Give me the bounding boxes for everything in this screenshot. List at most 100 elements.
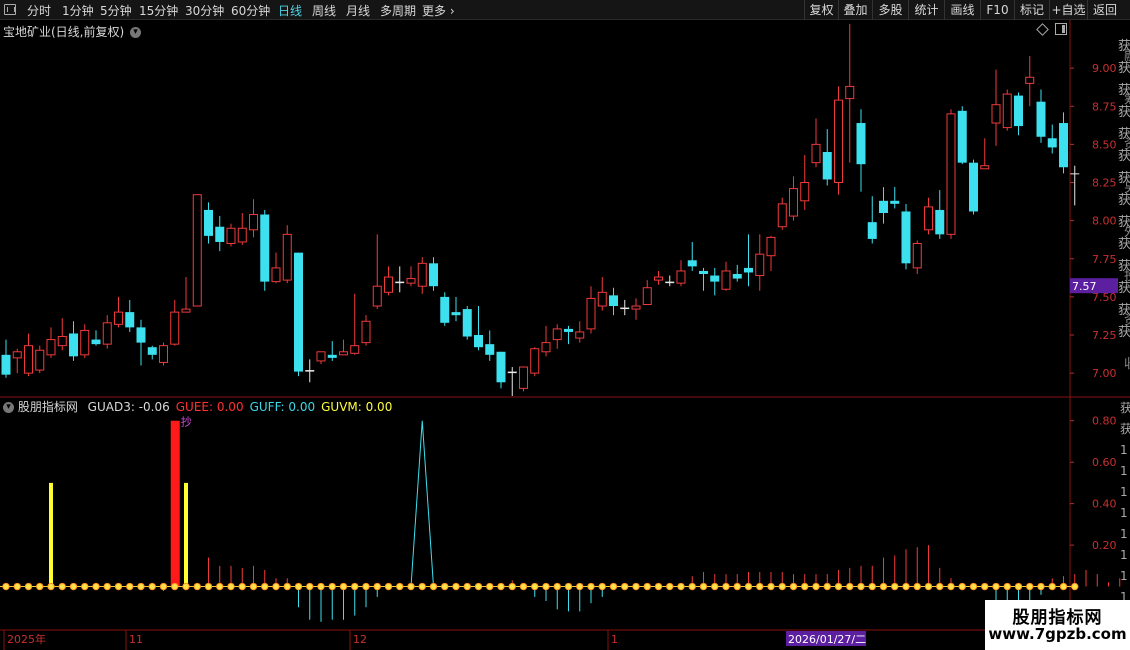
candle-84 <box>946 109 956 239</box>
guvm-bar-0 <box>49 482 53 587</box>
candle-body <box>192 194 202 307</box>
candle-59 <box>665 275 675 287</box>
price-label-8: 7.00 <box>1092 367 1117 380</box>
candle-87 <box>980 138 990 170</box>
candle-76 <box>856 109 866 192</box>
candle-35 <box>395 266 405 293</box>
candle-body <box>46 339 56 356</box>
period-tab-10[interactable]: 更多 › <box>422 2 455 19</box>
period-tab-3[interactable]: 15分钟 <box>139 2 178 19</box>
candle-body <box>957 110 967 163</box>
candle-12 <box>136 319 146 366</box>
zero-dot-20 <box>227 582 235 591</box>
zero-dot-86 <box>969 582 978 591</box>
candle-body <box>474 335 483 348</box>
price-label-3: 8.25 <box>1092 177 1117 190</box>
period-tab-9[interactable]: 多周期 <box>380 2 416 19</box>
period-tab-8[interactable]: 月线 <box>346 2 370 19</box>
ind-edge-0: 获 <box>1120 401 1130 415</box>
zero-dot-94 <box>1059 582 1068 591</box>
toolbar-button-4[interactable]: 画线 <box>944 0 980 20</box>
zero-dot-5 <box>58 582 66 591</box>
current-price-label: 7.57 <box>1072 280 1097 293</box>
candle-body <box>834 99 843 183</box>
candle-62 <box>699 267 708 291</box>
toolbar-button-1[interactable]: 叠加 <box>838 0 872 20</box>
candle-55 <box>620 299 630 316</box>
chevron-down-icon[interactable]: ▾ <box>3 402 14 413</box>
zero-dot-26 <box>294 582 303 591</box>
period-tab-4[interactable]: 30分钟 <box>185 2 224 19</box>
toolbar-button-0[interactable]: 复权 <box>804 0 838 20</box>
zero-dot-13 <box>148 582 156 591</box>
zero-dot-39 <box>441 582 449 591</box>
zero-dot-10 <box>114 582 123 591</box>
period-tab-7[interactable]: 周线 <box>312 2 336 19</box>
zero-dot-80 <box>902 582 910 591</box>
date-label-1: 11 <box>129 633 143 646</box>
ind-edge-3: 1 <box>1120 464 1128 478</box>
zero-dot-41 <box>463 582 471 591</box>
ind-edge-4: 1 <box>1120 485 1128 499</box>
candle-39 <box>440 292 450 326</box>
candle-body <box>372 285 382 307</box>
price-label-5: 7.75 <box>1092 253 1117 266</box>
candlestick-series <box>1 23 1080 396</box>
candle-94 <box>1059 112 1068 174</box>
candle-body <box>1036 101 1046 137</box>
candle-body <box>12 351 22 359</box>
candle-body <box>395 281 405 284</box>
toolbar-button-3[interactable]: 统计 <box>908 0 944 20</box>
layout-icon[interactable] <box>4 4 16 15</box>
window-toggle-icon[interactable] <box>1055 23 1067 35</box>
period-tab-0[interactable]: 分时 <box>27 2 51 19</box>
candle-body <box>226 227 236 244</box>
candle-body <box>282 233 292 281</box>
candle-5 <box>57 318 67 351</box>
candle-20 <box>226 223 236 247</box>
zero-dot-62 <box>699 582 708 591</box>
toolbar-button-2[interactable]: 多股 <box>872 0 908 20</box>
toolbar-button-5[interactable]: F10 <box>980 0 1014 20</box>
period-tab-1[interactable]: 1分钟 <box>62 2 94 19</box>
site-watermark: 股朋指标网 www.7gpzb.com <box>985 600 1130 650</box>
zero-dot-82 <box>924 582 933 591</box>
zero-dot-15 <box>171 582 179 591</box>
candle-3 <box>35 345 45 374</box>
candle-body <box>57 336 67 347</box>
zero-dot-95 <box>1071 582 1079 591</box>
zero-dot-38 <box>429 582 438 591</box>
candle-7 <box>80 324 90 358</box>
zero-dot-88 <box>992 582 1000 591</box>
candle-body <box>879 200 888 213</box>
period-tab-5[interactable]: 60分钟 <box>231 2 270 19</box>
toolbar-button-7[interactable]: +自选 <box>1049 0 1087 20</box>
candle-body <box>564 328 573 332</box>
candle-body <box>69 333 78 357</box>
ind-edge-1: 获 <box>1120 422 1130 436</box>
date-label-2: 12 <box>353 633 367 646</box>
candle-16 <box>181 277 191 313</box>
candle-body <box>147 347 157 355</box>
toolbar-button-8[interactable]: 返回 <box>1087 0 1122 20</box>
period-tab-6[interactable]: 日线 <box>278 2 302 19</box>
candle-49 <box>552 324 562 349</box>
candle-18 <box>204 202 213 244</box>
chevron-down-icon[interactable]: ▾ <box>130 27 142 38</box>
toolbar-button-6[interactable]: 标记 <box>1014 0 1049 20</box>
candle-body <box>867 222 877 239</box>
candle-25 <box>282 225 292 284</box>
watermark-url: www.7gpzb.com <box>988 625 1127 643</box>
candle-body <box>766 236 776 257</box>
candle-body <box>80 329 90 356</box>
zero-dot-53 <box>598 582 606 591</box>
zero-dot-4 <box>47 582 55 591</box>
zero-dot-75 <box>846 582 854 591</box>
candle-38 <box>429 257 438 291</box>
edge-text2-3: 另 <box>1124 181 1130 196</box>
period-tab-2[interactable]: 5分钟 <box>100 2 132 19</box>
guff-line <box>6 420 1075 588</box>
candle-33 <box>372 234 382 310</box>
candle-body <box>890 200 900 204</box>
candle-43 <box>485 330 495 361</box>
